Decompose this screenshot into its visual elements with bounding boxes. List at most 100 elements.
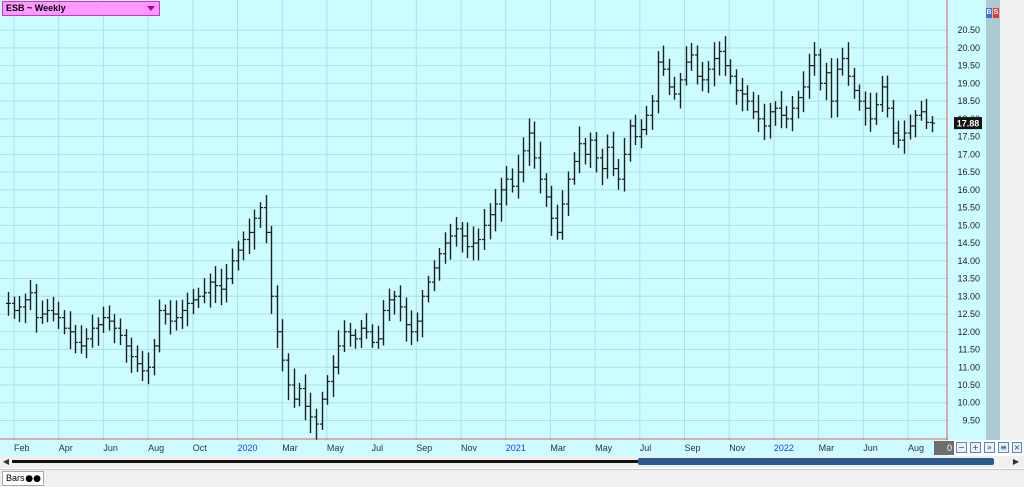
close-icon[interactable]: ×: [1012, 442, 1022, 453]
price-tick-label: 15.50: [957, 203, 980, 213]
price-tick-label: 20.00: [957, 43, 980, 53]
ohlc-bar: [213, 266, 218, 303]
time-tick-label: Mar: [282, 443, 298, 453]
time-tick-label: Nov: [461, 443, 478, 453]
last-price-label: 17.88: [957, 119, 980, 129]
ohlc-bar: [549, 185, 554, 236]
ohlc-bar: [196, 287, 201, 309]
ohlc-bar: [303, 374, 308, 421]
ohlc-bar: [280, 319, 285, 372]
ohlc-bar: [23, 293, 28, 324]
ohlc-bar: [370, 324, 375, 348]
price-axis-labels: 20.5020.0019.5019.0018.5018.0017.5017.00…: [954, 25, 982, 425]
ohlc-bar: [672, 76, 677, 100]
ohlc-bar: [880, 75, 885, 112]
ohlc-bar: [269, 225, 274, 314]
ohlc-bar: [152, 338, 157, 376]
ohlc-bars: [6, 36, 935, 440]
ohlc-bar: [292, 368, 297, 408]
ohlc-bar: [628, 119, 633, 162]
ohlc-bar: [908, 114, 913, 140]
price-tick-label: 20.50: [957, 25, 980, 35]
s-marker-icon: S: [993, 8, 999, 18]
ohlc-bar: [566, 171, 571, 216]
corner-readout: 0: [934, 441, 954, 455]
price-plot-area[interactable]: [0, 0, 948, 440]
ohlc-bar: [432, 260, 437, 292]
price-tick-label: 14.00: [957, 256, 980, 266]
ohlc-bar: [28, 280, 33, 311]
ohlc-bar: [745, 85, 750, 111]
ohlc-bar: [896, 120, 901, 149]
ohlc-bar: [84, 328, 89, 359]
ohlc-bar: [415, 312, 420, 342]
chart-window: ESB ~ Weekly 20.5020.0019.5019.0018.5018…: [0, 0, 1024, 487]
ohlc-bar: [678, 72, 683, 109]
zoom-out-icon[interactable]: −: [956, 442, 967, 453]
price-tick-label: 19.50: [957, 61, 980, 71]
ohlc-bar: [891, 99, 896, 145]
ohlc-bar: [236, 240, 241, 271]
ohlc-bar: [913, 109, 918, 138]
ohlc-bar: [219, 268, 224, 306]
price-tick-label: 17.50: [957, 132, 980, 142]
ohlc-bar: [577, 126, 582, 174]
ohlc-bar: [359, 320, 364, 348]
ohlc-bar: [572, 152, 577, 185]
ohlc-bar: [342, 320, 347, 352]
time-axis[interactable]: Feb Apr Jun Aug Oct 2020 Mar May Jul Sep Nov 2021 Ma…: [0, 440, 948, 456]
ohlc-bar: [717, 41, 722, 76]
ohlc-bar: [448, 223, 453, 260]
ohlc-bar: [476, 228, 481, 261]
ohlc-bar: [185, 292, 190, 327]
ohlc-bar: [482, 208, 487, 251]
ohlc-bar: [689, 43, 694, 71]
ohlc-bar: [247, 218, 252, 254]
ohlc-bar: [465, 222, 470, 259]
time-tick-label: Jul: [640, 443, 652, 453]
ohlc-bar: [846, 42, 851, 86]
time-tick-label: Aug: [148, 443, 164, 453]
ohlc-bar: [532, 121, 537, 169]
scroll-thumb[interactable]: [638, 458, 994, 465]
ohlc-bar: [252, 209, 257, 250]
ohlc-bar: [656, 51, 661, 114]
ohlc-bar: [191, 288, 196, 315]
ohlc-bar: [107, 305, 112, 331]
ohlc-bar: [348, 322, 353, 347]
scroll-right-icon[interactable]: ▶: [1012, 457, 1020, 467]
ohlc-bar: [812, 42, 817, 76]
status-bar: Bars ●●: [0, 469, 1024, 487]
ohlc-bar: [157, 299, 162, 353]
ohlc-bar: [723, 36, 728, 77]
bars-tab[interactable]: Bars ●●: [2, 471, 44, 486]
ohlc-bar: [140, 350, 145, 382]
scroll-left-icon[interactable]: ◀: [2, 457, 10, 467]
ohlc-bar: [695, 45, 700, 85]
ohlc-bar: [443, 232, 448, 264]
ohlc-bar: [740, 77, 745, 112]
scroll-end-icon[interactable]: »: [984, 442, 995, 453]
ohlc-bar: [622, 137, 627, 192]
time-axis-labels: Feb Apr Jun Aug Oct 2020 Mar May Jul Sep Nov 2021 Ma…: [14, 443, 924, 453]
price-axis[interactable]: 20.5020.0019.5019.0018.5018.0017.5017.00…: [948, 0, 986, 440]
zoom-in-icon[interactable]: +: [970, 442, 981, 453]
horizontal-scrollbar[interactable]: ◀ ▶: [0, 456, 1024, 468]
ohlc-bar: [40, 300, 45, 324]
settings-icon[interactable]: ≡: [998, 442, 1009, 453]
ohlc-bar: [174, 300, 179, 331]
price-tick-label: 19.00: [957, 78, 980, 88]
ohlc-bar: [857, 84, 862, 111]
time-tick-label: Aug: [908, 443, 924, 453]
ohlc-bar: [762, 103, 767, 141]
chevron-down-icon[interactable]: [147, 6, 155, 11]
ohlc-bar: [555, 204, 560, 240]
ohlc-bar: [768, 103, 773, 139]
price-tick-label: 9.50: [962, 415, 980, 425]
ohlc-bar: [17, 296, 22, 323]
ohlc-bar: [583, 137, 588, 165]
symbol-title: ESB ~ Weekly: [6, 3, 66, 13]
symbol-selector[interactable]: ESB ~ Weekly: [2, 1, 160, 16]
time-tick-label: 2020: [238, 443, 258, 453]
price-tick-label: 16.50: [957, 167, 980, 177]
